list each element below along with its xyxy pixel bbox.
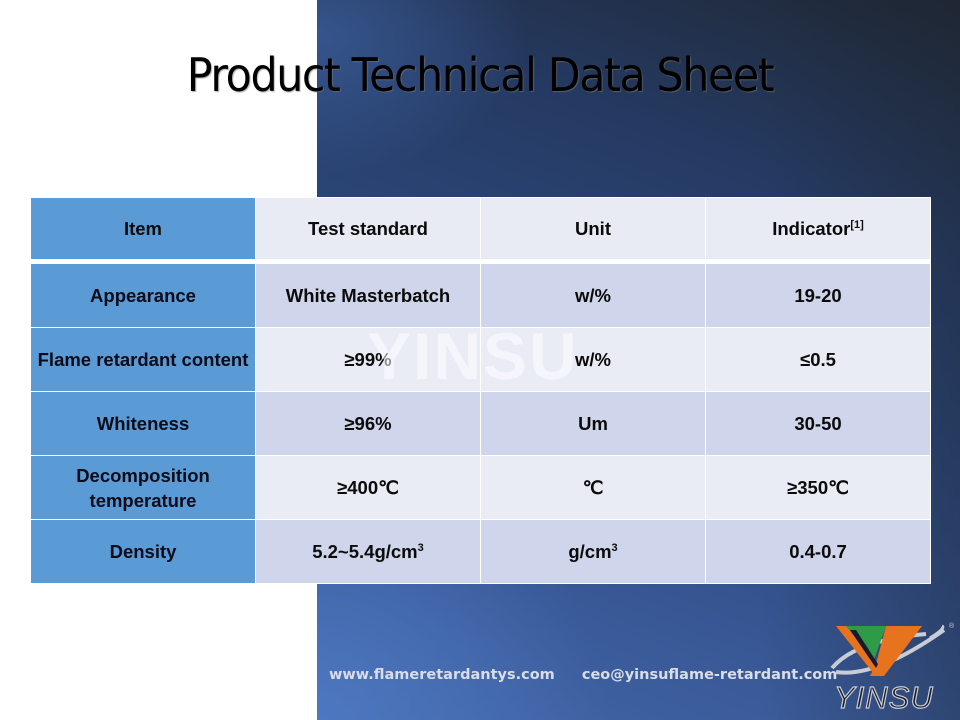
cell-item: Appearance [30, 263, 256, 328]
cell-indicator: ≥350℃ [705, 455, 931, 520]
cell-unit: Um [480, 391, 706, 456]
cell-standard: 5.2~5.4g/cm3 [255, 519, 481, 584]
cell-standard: ≥96% [255, 391, 481, 456]
table-header-row: Item Test standard Unit Indicator[1] [30, 197, 931, 260]
footnote-marker: [1] [850, 218, 864, 231]
yinsu-logo-icon: ® YINSU [830, 622, 955, 716]
header-item: Item [30, 197, 256, 260]
footer-contact: www.flameretardantys.com ceo@yinsuflame-… [329, 667, 859, 683]
header-unit: Unit [480, 197, 706, 260]
cell-item: Decomposition temperature [30, 455, 256, 520]
cell-unit: w/% [480, 327, 706, 392]
cell-standard: ≥400℃ [255, 455, 481, 520]
cell-unit: w/% [480, 263, 706, 328]
website-link[interactable]: www.flameretardantys.com [329, 667, 555, 683]
page-title: Product Technical Data Sheet [186, 48, 775, 102]
registered-mark: ® [949, 622, 955, 630]
data-table: Item Test standard Unit Indicator[1] App… [30, 197, 931, 584]
cell-standard: White Masterbatch [255, 263, 481, 328]
cell-item: Whiteness [30, 391, 256, 456]
superscript: 3 [611, 541, 618, 554]
cell-standard: ≥99% [255, 327, 481, 392]
email-link[interactable]: ceo@yinsuflame-retardant.com [582, 667, 838, 683]
cell-unit: g/cm3 [480, 519, 706, 584]
cell-indicator: 19-20 [705, 263, 931, 328]
superscript: 3 [417, 541, 424, 554]
cell-unit: ℃ [480, 455, 706, 520]
header-indicator: Indicator[1] [705, 197, 931, 260]
table-row: Appearance White Masterbatch w/% 19-20 [30, 263, 931, 328]
cell-standard-text: 5.2~5.4g/cm [312, 541, 418, 562]
cell-indicator: 0.4-0.7 [705, 519, 931, 584]
header-indicator-label: Indicator [772, 218, 851, 239]
table-row: Density 5.2~5.4g/cm3 g/cm3 0.4-0.7 [30, 519, 931, 584]
logo-text: YINSU [834, 680, 934, 715]
table-row: Whiteness ≥96% Um 30-50 [30, 391, 931, 456]
cell-item: Flame retardant content [30, 327, 256, 392]
table-row: Decomposition temperature ≥400℃ ℃ ≥350℃ [30, 455, 931, 520]
cell-unit-text: g/cm [568, 541, 612, 562]
header-test-standard: Test standard [255, 197, 481, 260]
table-row: Flame retardant content ≥99% w/% ≤0.5 [30, 327, 931, 392]
yinsu-logo: ® YINSU [826, 616, 956, 716]
cell-indicator: ≤0.5 [705, 327, 931, 392]
cell-item: Density [30, 519, 256, 584]
cell-indicator: 30-50 [705, 391, 931, 456]
